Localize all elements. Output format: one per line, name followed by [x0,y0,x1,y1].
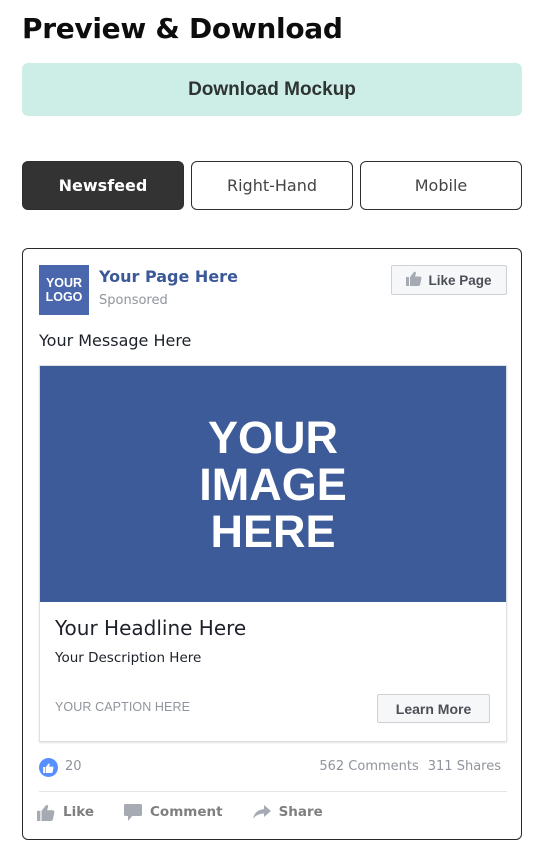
post-message: Your Message Here [39,331,192,350]
reactions-bar: 20 562 Comments 311 Shares [39,757,507,779]
image-text-line1: YOUR [207,411,338,463]
logo-text-line1: YOUR [45,276,83,290]
download-mockup-button[interactable]: Download Mockup [22,63,522,116]
share-action-button[interactable]: Share [252,799,323,825]
tab-newsfeed[interactable]: Newsfeed [22,161,184,210]
divider [39,791,507,792]
page-logo[interactable]: YOUR LOGO [39,265,89,315]
like-page-button[interactable]: Like Page [391,265,507,295]
post-actions: Like Comment Share [37,799,353,825]
ad-preview-card: YOUR LOGO Your Page Here Sponsored Like … [22,248,522,840]
ad-image-placeholder: YOUR IMAGE HERE [40,366,506,602]
ad-headline: Your Headline Here [55,616,247,640]
ad-caption: YOUR CAPTION HERE [55,700,191,714]
comment-bubble-icon [124,803,143,821]
tab-mobile[interactable]: Mobile [360,161,522,210]
like-action-button[interactable]: Like [37,799,94,825]
page-name-link[interactable]: Your Page Here [99,267,238,286]
ad-link-preview[interactable]: YOUR IMAGE HERE Your Headline Here Your … [39,365,507,742]
comments-count[interactable]: 562 Comments [319,759,418,774]
sponsored-label: Sponsored [99,293,168,308]
comment-action-button[interactable]: Comment [124,799,223,825]
engagement-stats: 562 Comments 311 Shares [319,759,501,774]
logo-text-line2: LOGO [45,290,83,304]
like-page-label: Like Page [428,272,492,288]
like-count[interactable]: 20 [65,759,82,774]
image-text-line2: IMAGE [199,458,347,510]
page-title: Preview & Download [22,12,343,45]
image-text-line3: HERE [210,505,336,557]
ad-description: Your Description Here [55,650,202,666]
tab-right-hand[interactable]: Right-Hand [191,161,353,210]
thumbs-up-icon [37,804,55,821]
like-action-label: Like [63,804,95,820]
share-arrow-icon [252,804,271,820]
preview-tabs: Newsfeed Right-Hand Mobile [22,161,522,210]
share-action-label: Share [278,804,323,820]
comment-action-label: Comment [150,804,223,820]
learn-more-button[interactable]: Learn More [377,694,490,723]
like-reaction-icon [39,758,58,777]
shares-count[interactable]: 311 Shares [428,759,501,774]
thumbs-up-icon [406,271,422,289]
